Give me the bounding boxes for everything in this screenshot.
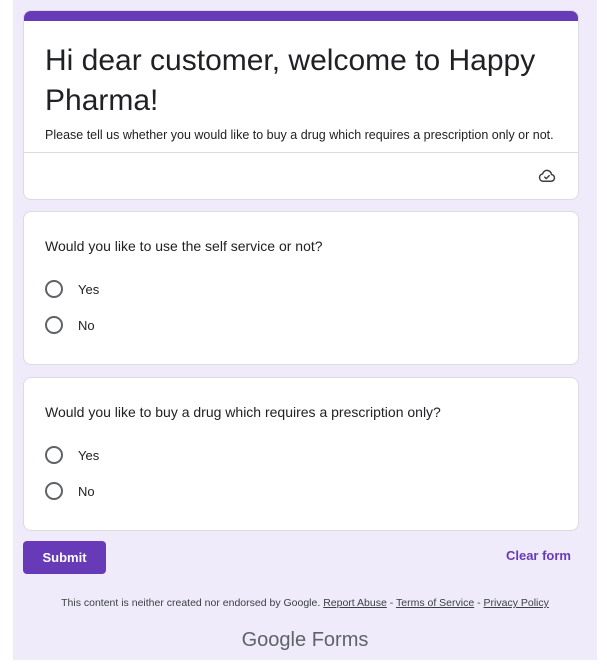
clear-form-button[interactable]: Clear form [506,548,571,563]
submit-button[interactable]: Submit [23,541,106,574]
option-label: Yes [78,447,100,463]
question-card-self-service: Would you like to use the self service o… [23,211,579,365]
option-no[interactable]: No [45,479,95,503]
google-forms-logo[interactable]: Google Forms [13,629,597,652]
form-page: Hi dear customer, welcome to Happy Pharm… [13,0,597,660]
option-label: Yes [78,281,100,297]
radio-button[interactable] [45,316,63,334]
radio-button[interactable] [45,280,63,298]
google-wordmark: Google [241,629,307,651]
divider [24,152,578,153]
option-yes[interactable]: Yes [45,277,99,301]
accent-bar [24,11,578,21]
form-title: Hi dear customer, welcome to Happy Pharm… [45,44,536,117]
option-label: No [78,483,95,499]
option-label: No [78,317,95,333]
radio-button[interactable] [45,446,63,464]
cloud-check-icon [538,169,556,182]
report-abuse-link[interactable]: Report Abuse [323,597,387,609]
form-description: Please tell us whether you would like to… [45,128,554,142]
separator: - [474,597,484,609]
option-yes[interactable]: Yes [45,443,99,467]
question-text: Would you like to buy a drug which requi… [45,404,441,420]
disclaimer-text: This content is neither created nor endo… [61,597,321,609]
privacy-policy-link[interactable]: Privacy Policy [484,597,549,609]
terms-of-service-link[interactable]: Terms of Service [396,597,474,609]
form-header-card: Hi dear customer, welcome to Happy Pharm… [23,10,579,200]
question-card-prescription: Would you like to buy a drug which requi… [23,377,579,531]
footer-disclaimer: This content is neither created nor endo… [13,597,597,609]
question-text: Would you like to use the self service o… [45,238,323,254]
option-no[interactable]: No [45,313,95,337]
forms-wordmark: Forms [311,629,369,651]
radio-button[interactable] [45,482,63,500]
separator: - [386,597,396,609]
